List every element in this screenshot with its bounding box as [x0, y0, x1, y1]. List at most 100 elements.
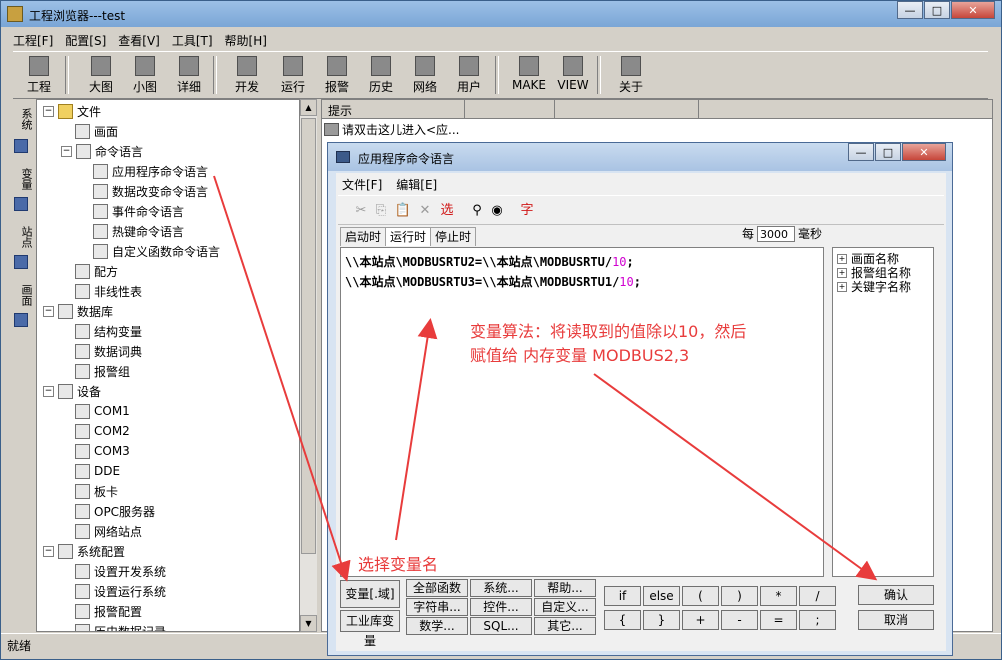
tree-item[interactable]: DDE	[61, 462, 120, 480]
interval-input[interactable]: 3000	[757, 225, 796, 242]
toolbar-small-icons-button[interactable]: 小图	[123, 54, 167, 96]
operator-button[interactable]: (	[682, 586, 719, 606]
variable-button[interactable]: 变量[.域]	[340, 580, 400, 608]
toolbar-user-button[interactable]: 用户	[447, 54, 491, 96]
tree-item[interactable]: 报警组	[61, 362, 130, 380]
header-hint[interactable]: 提示	[328, 102, 352, 119]
operator-button[interactable]: +	[682, 610, 719, 630]
font-icon[interactable]: 字	[518, 202, 536, 220]
toolbar-network-button[interactable]: 网络	[403, 54, 447, 96]
tab-startup[interactable]: 启动时	[340, 227, 387, 246]
toolbar-run-button[interactable]: 运行	[271, 54, 315, 96]
tree-item[interactable]: − 系统配置	[43, 542, 125, 560]
custom-functions-button[interactable]: 自定义...	[534, 598, 596, 616]
tree-item[interactable]: OPC服务器	[61, 502, 155, 520]
dialog-menu-file[interactable]: 文件[F]	[342, 176, 382, 193]
tree-keyword-names[interactable]: + 关键字名称	[837, 278, 911, 295]
tree-item[interactable]: 数据词典	[61, 342, 142, 360]
toolbar-develop-button[interactable]: 开发	[225, 54, 269, 96]
maximize-button[interactable]: □	[924, 1, 950, 19]
operator-button[interactable]: else	[643, 586, 680, 606]
collapse-icon[interactable]: −	[43, 305, 54, 317]
code-editor[interactable]: \\本站点\MODBUSRTU2=\\本站点\MODBUSRTU/10; \\本…	[340, 247, 824, 577]
sql-functions-button[interactable]: SQL...	[470, 617, 532, 635]
ok-button[interactable]: 确认	[858, 585, 934, 605]
tree-item[interactable]: 自定义函数命令语言	[79, 242, 220, 260]
scroll-down-icon[interactable]: ▼	[300, 615, 317, 632]
hint-row[interactable]: 请双击这儿进入<应...	[324, 121, 460, 138]
tree-item[interactable]: 板卡	[61, 482, 118, 500]
close-button[interactable]: ✕	[951, 1, 995, 19]
tree-item[interactable]: 网络站点	[61, 522, 142, 540]
toolbar-alarm-button[interactable]: 报警	[315, 54, 359, 96]
tree-item[interactable]: 配方	[61, 262, 118, 280]
math-functions-button[interactable]: 数学...	[406, 617, 468, 635]
dialog-close-button[interactable]: ✕	[902, 143, 946, 161]
menu-project[interactable]: 工程[F]	[13, 32, 53, 50]
collapse-icon[interactable]: −	[61, 145, 72, 157]
operator-button[interactable]: )	[721, 586, 758, 606]
dialog-menu-edit[interactable]: 编辑[E]	[396, 176, 437, 193]
collapse-icon[interactable]: −	[43, 385, 54, 397]
paste-icon[interactable]: 📋	[394, 202, 412, 220]
tree-item[interactable]: − 设备	[43, 382, 101, 400]
menu-tools[interactable]: 工具[T]	[172, 32, 213, 50]
tab-running[interactable]: 运行时	[385, 227, 432, 246]
vtab-station[interactable]: 站点	[11, 221, 33, 253]
string-functions-button[interactable]: 字符串...	[406, 598, 468, 616]
tree-item[interactable]: COM3	[61, 442, 130, 460]
tab-stop[interactable]: 停止时	[430, 227, 477, 246]
tree-item[interactable]: 非线性表	[61, 282, 142, 300]
tree-item[interactable]: 结构变量	[61, 322, 142, 340]
camera-icon[interactable]: ◉	[488, 202, 506, 220]
copy-icon[interactable]: ⎘	[372, 202, 390, 220]
toolbar-make-button[interactable]: MAKE	[507, 54, 551, 96]
tree-item[interactable]: 设置开发系统	[61, 562, 166, 580]
control-functions-button[interactable]: 控件...	[470, 598, 532, 616]
dialog-maximize-button[interactable]: □	[875, 143, 901, 161]
toolbar-history-button[interactable]: 历史	[359, 54, 403, 96]
tree-item[interactable]: 报警配置	[61, 602, 142, 620]
toolbar-view-button[interactable]: VIEW	[551, 54, 595, 96]
io-library-variable-button[interactable]: 工业库变量	[340, 610, 400, 648]
operator-button[interactable]: *	[760, 586, 797, 606]
tree-item[interactable]: 历史数据记录	[61, 622, 166, 631]
tree-item[interactable]: 事件命令语言	[79, 202, 184, 220]
tree-item[interactable]: COM2	[61, 422, 130, 440]
operator-button[interactable]: }	[643, 610, 680, 630]
tree-item[interactable]: 画面	[61, 122, 118, 140]
operator-button[interactable]: /	[799, 586, 836, 606]
vtab-screen[interactable]: 画面	[11, 279, 33, 311]
help-button[interactable]: 帮助...	[534, 579, 596, 597]
find-icon[interactable]: ⚲	[468, 202, 486, 220]
select-icon[interactable]: 选	[438, 202, 456, 220]
other-functions-button[interactable]: 其它...	[534, 617, 596, 635]
toolbar-project-button[interactable]: 工程	[17, 54, 61, 96]
operator-button[interactable]: ;	[799, 610, 836, 630]
collapse-icon[interactable]: −	[43, 105, 54, 117]
operator-button[interactable]: {	[604, 610, 641, 630]
scroll-up-icon[interactable]: ▲	[300, 99, 317, 116]
tree-item[interactable]: 热键命令语言	[79, 222, 184, 240]
scroll-thumb[interactable]	[301, 118, 316, 554]
minimize-button[interactable]: —	[897, 1, 923, 19]
tree-item[interactable]: 设置运行系统	[61, 582, 166, 600]
tree-item[interactable]: − 命令语言	[61, 142, 143, 160]
menu-config[interactable]: 配置[S]	[65, 32, 106, 50]
operator-button[interactable]: =	[760, 610, 797, 630]
all-functions-button[interactable]: 全部函数	[406, 579, 468, 597]
toolbar-details-button[interactable]: 详细	[167, 54, 211, 96]
tree-item[interactable]: 应用程序命令语言	[79, 162, 208, 180]
operator-button[interactable]: if	[604, 586, 641, 606]
vtab-system[interactable]: 系统	[11, 103, 33, 135]
tree-item[interactable]: − 数据库	[43, 302, 113, 320]
toolbar-large-icons-button[interactable]: 大图	[79, 54, 123, 96]
tree-item[interactable]: COM1	[61, 402, 130, 420]
dialog-minimize-button[interactable]: —	[848, 143, 874, 161]
delete-icon[interactable]: ✕	[416, 202, 434, 220]
cut-icon[interactable]: ✂	[352, 202, 370, 220]
menu-view[interactable]: 查看[V]	[118, 32, 160, 50]
operator-button[interactable]: -	[721, 610, 758, 630]
toolbar-about-button[interactable]: 关于	[609, 54, 653, 96]
cancel-button[interactable]: 取消	[858, 610, 934, 630]
